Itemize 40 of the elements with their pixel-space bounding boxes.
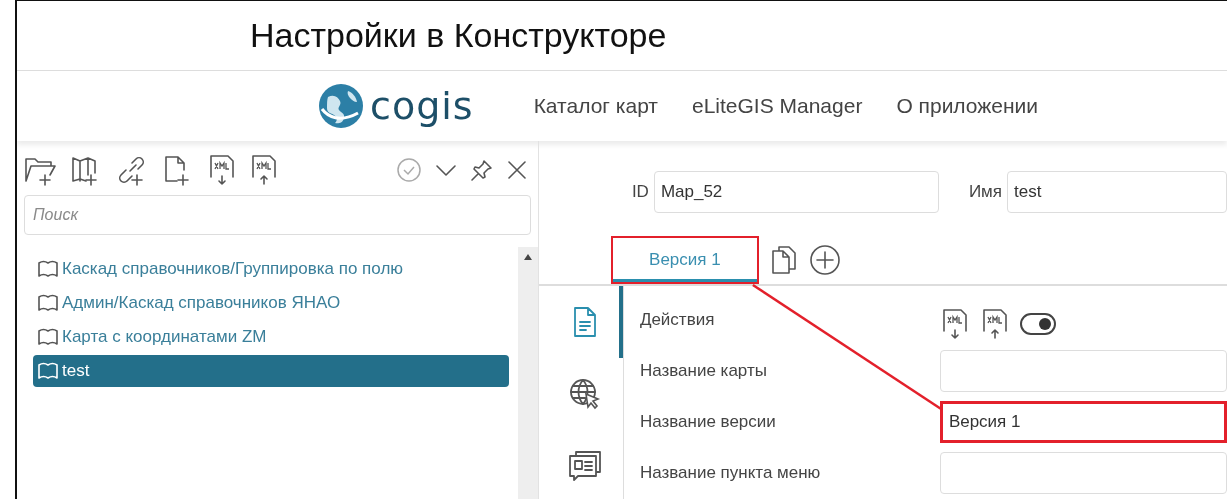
- logo-text: cogis: [370, 87, 474, 125]
- scroll-up-icon[interactable]: [522, 253, 533, 261]
- slide-title: Настройки в Конструкторе: [250, 16, 667, 55]
- text-field[interactable]: [939, 349, 1227, 392]
- text-field[interactable]: test: [1007, 170, 1227, 213]
- close-icon[interactable]: [505, 159, 528, 181]
- xml-download-icon[interactable]: [207, 153, 237, 187]
- book-icon: [37, 259, 59, 279]
- nav-link[interactable]: О приложении: [896, 94, 1039, 118]
- pin-icon[interactable]: [469, 158, 494, 182]
- field-label: Действия: [638, 309, 716, 330]
- toggle-switch[interactable]: [1019, 312, 1056, 335]
- tree-item[interactable]: Карта с координатами ZM: [33, 321, 509, 353]
- field-label: Название версии: [638, 411, 777, 432]
- tree-item[interactable]: Каскад справочников/Группировка по полю: [33, 253, 509, 285]
- text-field[interactable]: [939, 451, 1227, 494]
- field-label: Имя: [968, 181, 1002, 202]
- field-label: Название карты: [638, 360, 768, 381]
- field-label: Название пункта меню: [638, 462, 822, 483]
- document-icon: [571, 306, 598, 338]
- text-field[interactable]: Map_52: [653, 170, 939, 213]
- tree-item[interactable]: test: [33, 355, 509, 387]
- copy-icon[interactable]: [770, 245, 797, 275]
- globe-cursor-icon: [568, 378, 601, 410]
- nav-link[interactable]: Каталог карт: [533, 94, 658, 118]
- field-label: ID: [631, 181, 649, 202]
- book-icon: [37, 327, 59, 347]
- tab[interactable]: Версия 1: [610, 236, 759, 284]
- book-icon: [37, 361, 59, 381]
- add-circle-icon[interactable]: [808, 244, 841, 276]
- xml-upload-icon[interactable]: [249, 153, 279, 187]
- text-field[interactable]: Версия 1: [939, 400, 1227, 443]
- scrollbar[interactable]: [517, 247, 538, 499]
- nav-link[interactable]: eLiteGIS Manager: [691, 94, 863, 118]
- search-field[interactable]: Поиск: [24, 195, 531, 235]
- message-card-icon: [567, 450, 602, 482]
- check-circle-icon[interactable]: [395, 157, 422, 183]
- book-icon: [37, 293, 59, 313]
- globe-logo-icon: [318, 83, 364, 129]
- tree-item[interactable]: Админ/Каскад справочников ЯНАО: [33, 287, 509, 319]
